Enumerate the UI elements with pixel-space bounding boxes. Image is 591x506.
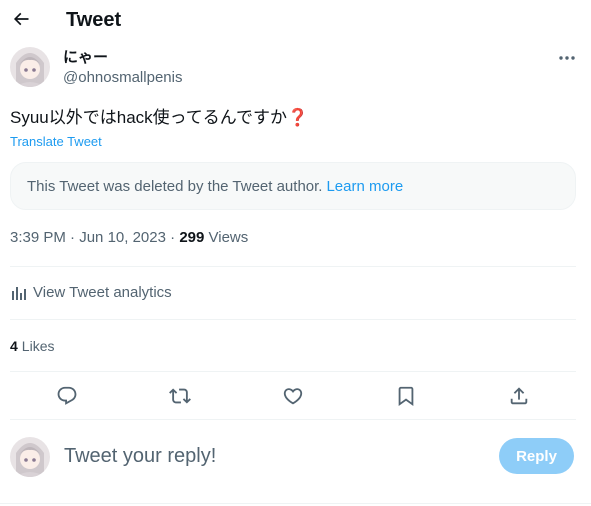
back-button[interactable] — [10, 8, 32, 30]
like-button[interactable] — [281, 384, 305, 408]
retweet-button[interactable] — [168, 384, 192, 408]
reply-submit-button[interactable]: Reply — [499, 438, 574, 474]
arrow-left-icon — [13, 12, 29, 26]
bookmark-button[interactable] — [394, 384, 418, 408]
views-label: Views — [208, 229, 249, 246]
more-horizontal-icon — [559, 56, 575, 60]
bookmark-icon — [398, 386, 414, 407]
translate-tweet-link[interactable]: Translate Tweet — [10, 134, 102, 150]
divider — [0, 503, 591, 504]
current-user-avatar — [10, 437, 50, 477]
display-name[interactable]: にゃー — [63, 49, 108, 67]
divider — [10, 371, 576, 372]
divider — [10, 419, 576, 420]
likes-link[interactable]: 4 Likes — [10, 338, 54, 354]
reply-input[interactable] — [64, 444, 484, 468]
share-icon — [510, 387, 528, 405]
share-button[interactable] — [507, 384, 531, 408]
tweet-text-body: Syuu以外ではhack使ってるんですか — [10, 108, 287, 127]
meta-separator: · — [170, 229, 176, 246]
user-handle[interactable]: @ohnosmallpenis — [63, 69, 182, 87]
top-bar: Tweet — [0, 0, 591, 40]
tweet-date[interactable]: Jun 10, 2023 — [79, 229, 166, 246]
likes-label: Likes — [21, 338, 55, 354]
reply-button[interactable] — [55, 384, 79, 408]
tweet-text: Syuu以外ではhack使ってるんですか❓ — [10, 107, 308, 129]
more-options-button[interactable] — [556, 50, 578, 66]
tweet-meta: 3:39 PM · Jun 10, 2023 · 299 Views — [10, 229, 248, 247]
analytics-bar-icon — [10, 284, 28, 302]
view-analytics-link[interactable]: View Tweet analytics — [10, 284, 172, 302]
meta-separator: · — [70, 229, 76, 246]
divider — [10, 319, 576, 320]
divider — [10, 266, 576, 267]
question-mark-emoji-icon: ❓ — [286, 108, 309, 127]
avatar[interactable] — [10, 47, 50, 87]
learn-more-link[interactable]: Learn more — [326, 178, 403, 195]
deleted-notice-text: This Tweet was deleted by the Tweet auth… — [27, 177, 323, 195]
reply-icon — [57, 386, 77, 405]
like-icon — [283, 388, 303, 405]
retweet-icon — [169, 388, 191, 404]
views-count: 299 — [179, 229, 205, 246]
page-title: Tweet — [66, 9, 122, 31]
view-analytics-label: View Tweet analytics — [33, 284, 172, 301]
deleted-tweet-notice: This Tweet was deleted by the Tweet auth… — [10, 162, 576, 210]
tweet-time[interactable]: 3:39 PM — [10, 229, 66, 246]
likes-count: 4 — [10, 338, 18, 354]
